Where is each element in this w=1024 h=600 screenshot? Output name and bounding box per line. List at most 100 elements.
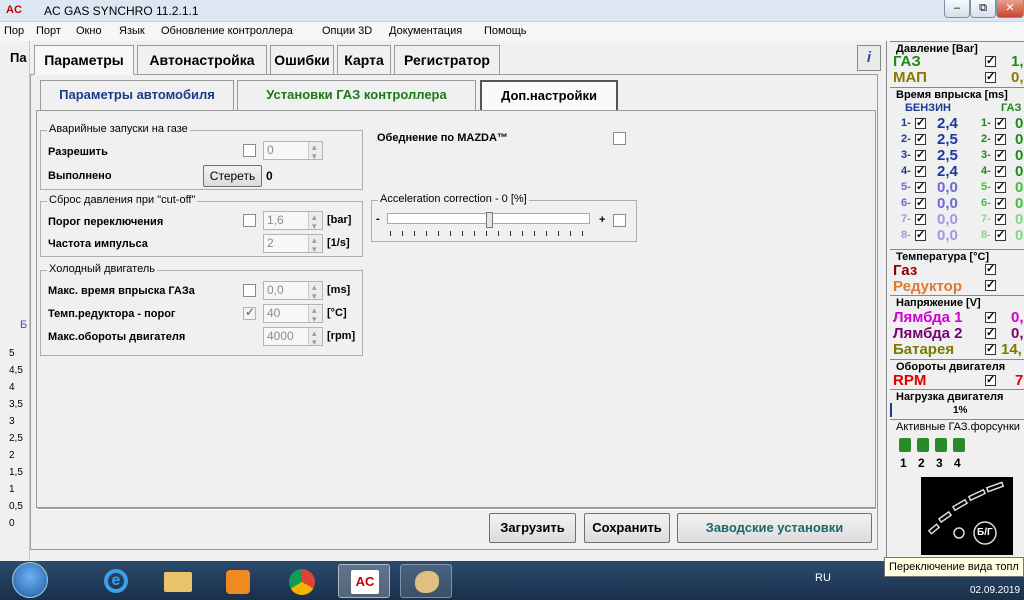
subtab-car-params[interactable]: Параметры автомобиля (40, 80, 234, 110)
injection-header: Время впрыска [ms] (896, 89, 1008, 101)
acceleration-slider[interactable] (387, 212, 590, 228)
help-info-button[interactable]: i (857, 45, 881, 71)
gas-injector-checkbox[interactable]: ✓ (995, 198, 1006, 209)
map-pressure-value: 0, (1011, 69, 1024, 86)
chrome-icon[interactable] (276, 564, 328, 598)
gas-injector-checkbox[interactable]: ✓ (995, 134, 1006, 145)
battery-value: 14, (1001, 341, 1022, 358)
erase-button[interactable]: Стереть (203, 165, 262, 187)
menu-item-docs[interactable]: Документация (389, 25, 462, 37)
subtab-extra-settings[interactable]: Доп.настройки (480, 80, 618, 110)
tab-recorder[interactable]: Регистратор (394, 45, 500, 75)
spinner-arrows-icon[interactable] (308, 302, 322, 328)
subtab-gas-controller[interactable]: Установки ГАЗ контроллера (237, 80, 476, 110)
petrol-injection-value: 0,0 (937, 211, 958, 228)
gas-injector-checkbox[interactable]: ✓ (995, 166, 1006, 177)
petrol-injector-checkbox[interactable]: ✓ (915, 134, 926, 145)
ie-icon[interactable]: e (90, 564, 142, 598)
gas-temp-checkbox[interactable]: ✓ (985, 264, 996, 275)
battery-checkbox[interactable]: ✓ (985, 344, 996, 355)
petrol-injector-number: 5- (901, 181, 911, 193)
paint-icon[interactable] (400, 564, 452, 598)
tab-map[interactable]: Карта (337, 45, 391, 75)
petrol-injector-checkbox[interactable]: ✓ (915, 230, 926, 241)
clock-date[interactable]: 02.09.2019 (970, 585, 1020, 596)
tab-autotune[interactable]: Автонастройка (137, 45, 267, 75)
close-button[interactable]: ✕ (996, 0, 1024, 18)
max-injection-checkbox[interactable] (243, 284, 256, 297)
language-indicator[interactable]: RU (815, 572, 831, 584)
max-injection-spinner[interactable]: 0,0 (263, 279, 323, 305)
gas-injector-checkbox[interactable]: ✓ (995, 150, 1006, 161)
petrol-injector-number: 4- (901, 165, 911, 177)
factory-settings-button[interactable]: Заводские установки (677, 513, 872, 543)
restore-button[interactable]: ⧉ (970, 0, 996, 18)
tab-errors[interactable]: Ошибки (270, 45, 334, 75)
gas-injector-number: 6- (981, 197, 991, 209)
petrol-injector-checkbox[interactable]: ✓ (915, 182, 926, 193)
menu-item-window[interactable]: Окно (76, 25, 102, 37)
pulse-freq-spinner[interactable]: 2 (263, 232, 323, 258)
petrol-injection-value: 2,5 (937, 131, 958, 148)
allow-label: Разрешить (48, 146, 108, 158)
petrol-injector-checkbox[interactable]: ✓ (915, 198, 926, 209)
threshold-unit: [bar] (327, 214, 352, 226)
threshold-checkbox[interactable] (243, 214, 256, 227)
threshold-spinner[interactable]: 1,6 (263, 209, 323, 235)
engine-load-value: 1% (953, 405, 968, 416)
reducer-temp-spinner[interactable]: 40 (263, 302, 323, 328)
gas-injection-value: 0 (1015, 227, 1024, 244)
ac-synchro-taskbar-icon[interactable]: AC (338, 564, 390, 598)
minimize-button[interactable]: – (944, 0, 970, 18)
acceleration-checkbox[interactable] (613, 214, 626, 227)
petrol-injection-value: 2,4 (937, 115, 958, 132)
save-button[interactable]: Сохранить (584, 513, 670, 543)
minimize-icon: – (953, 2, 961, 14)
spinner-arrows-icon[interactable] (308, 232, 322, 258)
mazda-lean-checkbox[interactable] (613, 132, 626, 145)
gas-injector-checkbox[interactable]: ✓ (995, 182, 1006, 193)
tab-parameters[interactable]: Параметры (34, 45, 134, 75)
media-player-icon[interactable] (212, 564, 264, 598)
menu-item-update[interactable]: Обновление контроллера (161, 25, 293, 37)
petrol-injector-checkbox[interactable]: ✓ (915, 118, 926, 129)
lambda2-checkbox[interactable]: ✓ (985, 328, 996, 339)
start-button[interactable] (12, 562, 48, 598)
allow-checkbox[interactable] (243, 144, 256, 157)
menu-item-options-3d[interactable]: Опции 3D (322, 25, 372, 37)
menu-item-help[interactable]: Помощь (484, 25, 527, 37)
menu-item-language[interactable]: Язык (119, 25, 145, 37)
gas-injector-checkbox[interactable]: ✓ (995, 214, 1006, 225)
spinner-arrows-icon[interactable] (308, 325, 322, 351)
load-button[interactable]: Загрузить (489, 513, 576, 543)
gas-injector-number: 4- (981, 165, 991, 177)
petrol-injector-checkbox[interactable]: ✓ (915, 150, 926, 161)
reducer-temp-monitor-checkbox[interactable]: ✓ (985, 280, 996, 291)
allow-spinner[interactable]: 0 (263, 139, 323, 165)
petrol-injector-number: 6- (901, 197, 911, 209)
max-rpm-spinner[interactable]: 4000 (263, 325, 323, 351)
spinner-arrows-icon[interactable] (308, 139, 322, 165)
gas-injector-checkbox[interactable]: ✓ (995, 118, 1006, 129)
explorer-icon[interactable] (152, 564, 204, 598)
reducer-temp-checkbox[interactable] (243, 305, 256, 320)
accel-minus-label: - (376, 213, 380, 225)
fuel-switch-label: Б/Г (977, 527, 993, 538)
fuel-switch[interactable]: Б/Г (921, 477, 1013, 555)
gas-injector-checkbox[interactable]: ✓ (995, 230, 1006, 241)
map-pressure-checkbox[interactable]: ✓ (985, 72, 996, 83)
group-title: Acceleration correction - 0 [%] (378, 193, 529, 205)
rpm-checkbox[interactable]: ✓ (985, 375, 996, 386)
background-window-strip: Па Б 5 4,5 4 3,5 3 2,5 2 1,5 1 0,5 0 (0, 41, 30, 561)
spinner-arrows-icon[interactable] (308, 209, 322, 235)
lambda1-checkbox[interactable]: ✓ (985, 312, 996, 323)
reducer-temp-monitor-label: Редуктор (893, 278, 963, 295)
slider-thumb[interactable] (486, 212, 493, 228)
menu-item-port[interactable]: Порт (36, 25, 61, 37)
petrol-injector-checkbox[interactable]: ✓ (915, 214, 926, 225)
petrol-injector-checkbox[interactable]: ✓ (915, 166, 926, 177)
menu-item-por[interactable]: Пор (4, 25, 24, 37)
spinner-arrows-icon[interactable] (308, 279, 322, 305)
pulse-freq-label: Частота импульса (48, 238, 148, 250)
gas-pressure-checkbox[interactable]: ✓ (985, 56, 996, 67)
